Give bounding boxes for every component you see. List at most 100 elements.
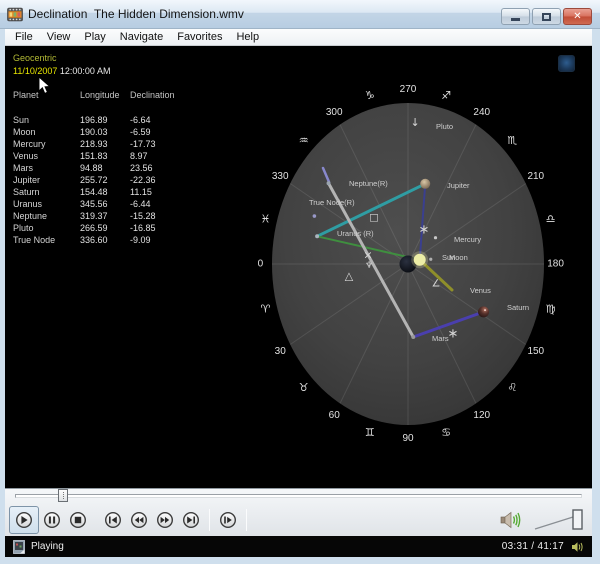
aspect-symbol: ♆ bbox=[365, 261, 373, 271]
wheel-degree-label: 240 bbox=[473, 107, 490, 118]
planet-marker-neptune bbox=[327, 181, 331, 185]
pause-icon bbox=[42, 510, 62, 530]
menu-item-view[interactable]: View bbox=[40, 30, 78, 44]
table-row: Pluto266.59-16.85 bbox=[13, 222, 110, 234]
stop-icon bbox=[68, 510, 88, 530]
menu-item-help[interactable]: Help bbox=[229, 30, 266, 44]
chart-label-jupiter: Jupiter bbox=[447, 181, 470, 190]
fast-forward-icon bbox=[155, 510, 175, 530]
time-display: 03:31 / 41:17 bbox=[502, 541, 564, 552]
wheel-degree-label: 90 bbox=[402, 433, 414, 444]
wheel-degree-label: 210 bbox=[527, 171, 544, 182]
rewind-button[interactable] bbox=[126, 506, 152, 534]
chart-label-neptuner: Neptune(R) bbox=[349, 179, 388, 188]
volume-cluster bbox=[500, 506, 592, 534]
status-speaker-icon bbox=[571, 541, 584, 553]
frame-label: Geocentric bbox=[13, 52, 110, 65]
menu-bar: FileViewPlayNavigateFavoritesHelp bbox=[5, 29, 592, 46]
toolbar-separator bbox=[246, 509, 247, 531]
planet-table: Geocentric 11/10/2007 12:00:00 AM Planet… bbox=[13, 52, 110, 246]
skip-forward-button[interactable] bbox=[178, 506, 204, 534]
play-button[interactable] bbox=[9, 506, 39, 534]
table-row: Neptune319.37-15.28 bbox=[13, 210, 110, 222]
planet-marker-venus bbox=[478, 306, 489, 317]
window-title: Declination The Hidden Dimension.wmv bbox=[28, 7, 244, 21]
planet-marker-mars bbox=[411, 335, 415, 339]
aspect-symbol: △ bbox=[345, 270, 354, 283]
wheel-degree-label: 120 bbox=[473, 410, 490, 421]
table-row: Mars94.8823.56 bbox=[13, 162, 110, 174]
wheel-degree-label: 150 bbox=[527, 346, 544, 357]
media-player-window: Declination The Hidden Dimension.wmv ✕ F… bbox=[0, 0, 600, 564]
table-row: Mercury218.93-17.73 bbox=[13, 138, 110, 150]
menu-item-file[interactable]: File bbox=[8, 30, 40, 44]
pisces-glyph: ♓ bbox=[261, 212, 271, 225]
menu-item-favorites[interactable]: Favorites bbox=[170, 30, 229, 44]
planet-marker-true-node bbox=[313, 214, 317, 218]
scorpio-glyph: ♏ bbox=[507, 134, 517, 147]
step-button[interactable] bbox=[215, 506, 241, 534]
player-controls bbox=[5, 488, 592, 536]
aspect-symbol: ∗ bbox=[419, 223, 430, 238]
chart-label-pluto: Pluto bbox=[436, 122, 453, 131]
wheel-degree-label: 300 bbox=[326, 107, 343, 118]
table-row: Saturn154.4811.15 bbox=[13, 186, 110, 198]
volume-slider[interactable] bbox=[532, 506, 586, 534]
stop-button[interactable] bbox=[65, 506, 91, 534]
table-row: True Node336.60-9.09 bbox=[13, 234, 110, 246]
planet-marker-mercury bbox=[434, 236, 437, 239]
table-row: Sun196.89-6.64 bbox=[13, 114, 110, 126]
chart-label-mars: Mars bbox=[432, 334, 449, 343]
aries-glyph: ♈ bbox=[261, 303, 271, 316]
fast-forward-button[interactable] bbox=[152, 506, 178, 534]
seek-row bbox=[5, 489, 592, 503]
skip-forward-icon bbox=[181, 510, 201, 530]
rewind-icon bbox=[129, 510, 149, 530]
planet-marker-jupiter bbox=[420, 179, 430, 189]
cancer-glyph: ♋ bbox=[441, 426, 451, 439]
libra-glyph: ♎ bbox=[546, 212, 556, 225]
wheel-degree-label: 330 bbox=[272, 171, 289, 182]
sagittarius-glyph: ♐ bbox=[441, 89, 451, 102]
planet-marker-sun bbox=[414, 254, 426, 266]
aspect-symbol: ∗ bbox=[448, 327, 459, 342]
menu-item-play[interactable]: Play bbox=[77, 30, 112, 44]
table-header: Planet Longitude Declination bbox=[13, 89, 110, 101]
skip-back-icon bbox=[103, 510, 123, 530]
gemini-glyph: ♊ bbox=[365, 426, 375, 439]
close-button[interactable]: ✕ bbox=[563, 8, 592, 25]
wheel-degree-label: 30 bbox=[275, 346, 287, 357]
status-file-icon bbox=[13, 540, 25, 554]
pause-button[interactable] bbox=[39, 506, 65, 534]
mouse-cursor bbox=[38, 76, 51, 95]
maximize-button[interactable] bbox=[532, 8, 561, 25]
chart-label-moon: Moon bbox=[449, 253, 468, 262]
aquarius-glyph: ♒ bbox=[299, 134, 309, 147]
minimize-button[interactable] bbox=[501, 8, 530, 25]
seek-thumb[interactable] bbox=[58, 489, 68, 502]
table-row: Uranus345.56-6.44 bbox=[13, 198, 110, 210]
titlebar[interactable]: Declination The Hidden Dimension.wmv ✕ bbox=[0, 0, 600, 29]
chart-label-uranusr: Uranus (R) bbox=[337, 229, 374, 238]
taurus-glyph: ♉ bbox=[299, 381, 309, 394]
toolbar-separator bbox=[209, 509, 210, 531]
playback-state: Playing bbox=[31, 541, 64, 552]
planet-marker-venus-highlight bbox=[484, 309, 486, 311]
aspect-symbol: ∠ bbox=[432, 279, 441, 290]
maximize-icon bbox=[542, 13, 551, 21]
wheel-degree-label: 60 bbox=[329, 410, 341, 421]
table-row: Moon190.03-6.59 bbox=[13, 126, 110, 138]
time-value: 12:00:00 AM bbox=[60, 66, 111, 76]
chart-label-saturn: Saturn bbox=[507, 303, 529, 312]
aspect-symbol: □ bbox=[369, 213, 378, 224]
menu-item-navigate[interactable]: Navigate bbox=[113, 30, 170, 44]
minimize-icon bbox=[511, 18, 520, 21]
skip-back-button[interactable] bbox=[100, 506, 126, 534]
video-area[interactable]: 0306090120150180210240270300330♈♉♊♋♌♍♎♏♐… bbox=[5, 46, 592, 488]
seek-bar[interactable] bbox=[15, 494, 582, 498]
wheel-degree-label: 270 bbox=[400, 84, 417, 95]
volume-handle[interactable] bbox=[573, 510, 582, 529]
status-bar: Playing 03:31 / 41:17 bbox=[5, 536, 592, 557]
virgo-glyph: ♍ bbox=[546, 303, 556, 316]
wheel-degree-label: 180 bbox=[547, 259, 564, 270]
